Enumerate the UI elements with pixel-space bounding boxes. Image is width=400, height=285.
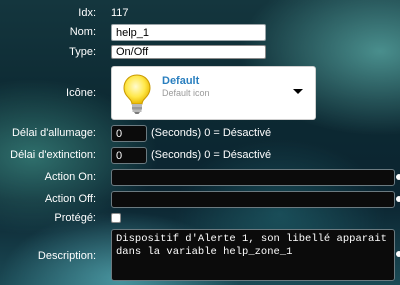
delai-allumage-input[interactable] (111, 125, 147, 142)
lightbulb-icon (123, 74, 151, 114)
dropdown-arrow-icon (293, 89, 303, 94)
type-row: Type: On/Off (0, 45, 400, 59)
description-row: Description: Dispositif d'Alerte 1, son … (0, 229, 400, 281)
idx-value: 117 (111, 7, 129, 19)
action-on-label: Action On: (44, 171, 96, 183)
protege-row: Protégé: (0, 212, 400, 224)
action-on-input[interactable] (111, 169, 395, 186)
icon-description: Default icon (162, 88, 210, 98)
nom-input[interactable] (111, 24, 266, 41)
delai-extinction-help: (Seconds) 0 = Désactivé (151, 149, 272, 161)
icon-picker[interactable]: Default Default icon (111, 66, 316, 120)
type-select[interactable]: On/Off (111, 45, 266, 59)
nom-row: Nom: (0, 24, 400, 41)
delai-extinction-row: Délai d'extinction: (Seconds) 0 = Désact… (0, 147, 400, 164)
protege-label: Protégé: (54, 212, 96, 224)
protege-checkbox[interactable] (111, 213, 121, 223)
description-label: Description: (37, 250, 96, 262)
delai-extinction-input[interactable] (111, 147, 147, 164)
action-off-indicator (396, 196, 400, 202)
icon-name: Default (162, 75, 200, 87)
icone-label: Icône: (66, 87, 96, 99)
description-textarea[interactable]: Dispositif d'Alerte 1, son libellé appar… (111, 229, 395, 281)
description-indicator (396, 251, 400, 257)
action-on-row: Action On: (0, 169, 400, 186)
type-label: Type: (69, 46, 96, 58)
delai-allumage-row: Délai d'allumage: (Seconds) 0 = Désactiv… (0, 125, 400, 142)
action-on-indicator (396, 174, 400, 180)
action-off-label: Action Off: (44, 193, 96, 205)
icone-row: Icône: Default Default icon (0, 66, 400, 120)
delai-allumage-label: Délai d'allumage: (11, 127, 96, 139)
idx-label: Idx: (78, 7, 96, 19)
delai-extinction-label: Délai d'extinction: (10, 149, 96, 161)
nom-label: Nom: (69, 26, 96, 38)
action-off-row: Action Off: (0, 191, 400, 208)
type-selected-value: On/Off (116, 46, 149, 58)
action-off-input[interactable] (111, 191, 395, 208)
delai-allumage-help: (Seconds) 0 = Désactivé (151, 127, 272, 139)
